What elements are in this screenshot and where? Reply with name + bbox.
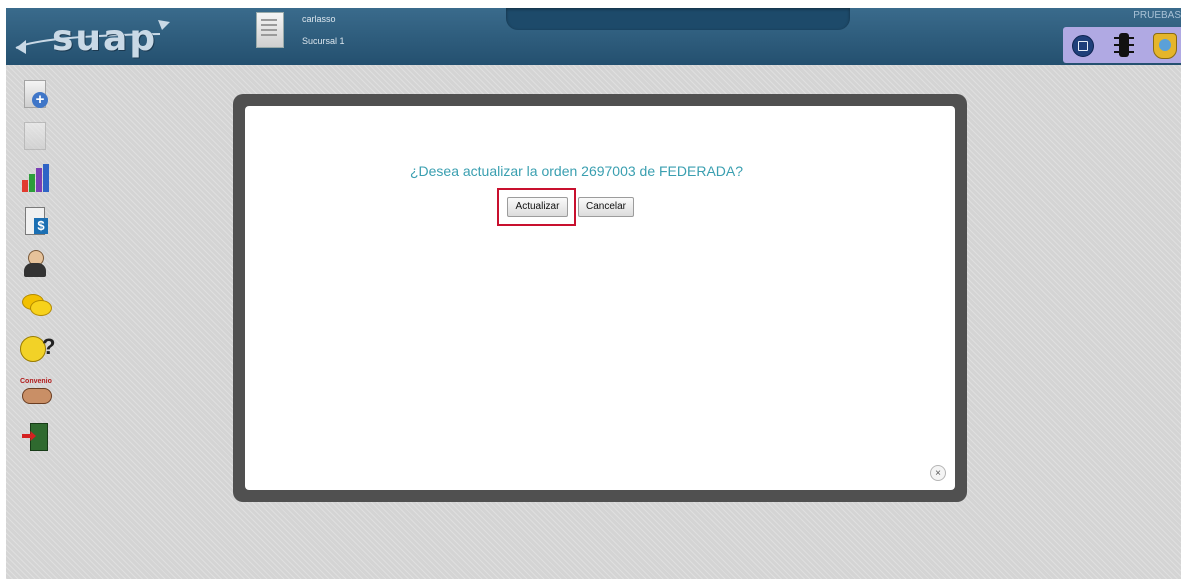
convenio-label: Convenio	[20, 378, 52, 385]
top-header: suap carlasso Sucursal 1 PRUEBAS	[6, 8, 1181, 65]
agreement-handshake-icon[interactable]: Convenio	[20, 378, 52, 408]
environment-label: PRUEBAS	[1133, 10, 1181, 21]
branch-name: Sucursal 1	[302, 36, 345, 46]
new-document-icon[interactable]: +	[20, 80, 50, 110]
update-order-dialog: ¿Desea actualizar la orden 2697003 de FE…	[233, 94, 967, 502]
doctor-icon[interactable]	[20, 248, 50, 278]
dialog-content: ¿Desea actualizar la orden 2697003 de FE…	[245, 106, 955, 490]
exit-door-icon[interactable]	[20, 422, 50, 452]
user-name: carlasso	[302, 14, 336, 24]
top-right-toolbar	[1063, 27, 1181, 63]
dialog-button-row: Actualizar Cancelar	[497, 188, 697, 228]
logo-text: suap	[52, 18, 158, 59]
traffic-light-icon[interactable]	[1111, 32, 1137, 58]
help-icon[interactable]: ?	[20, 334, 55, 364]
invoice-icon[interactable]: $	[20, 206, 50, 236]
header-search-bar[interactable]	[506, 8, 850, 30]
suap-logo[interactable]: suap	[10, 16, 175, 59]
dialog-question: ¿Desea actualizar la orden 2697003 de FE…	[409, 163, 744, 179]
shield-icon[interactable]	[1151, 32, 1177, 59]
user-document-icon	[256, 12, 284, 48]
app-window: suap carlasso Sucursal 1 PRUEBAS + $ ? C…	[6, 8, 1181, 579]
bar-chart-icon[interactable]	[20, 164, 50, 194]
close-icon[interactable]: ×	[930, 465, 946, 481]
cancelar-button[interactable]: Cancelar	[578, 197, 634, 217]
left-sidebar: + $ ? Convenio	[6, 72, 66, 472]
chat-bubbles-icon[interactable]	[20, 290, 52, 320]
actualizar-button[interactable]: Actualizar	[507, 197, 568, 217]
window-icon[interactable]	[1069, 32, 1095, 58]
document-icon[interactable]	[20, 122, 50, 152]
